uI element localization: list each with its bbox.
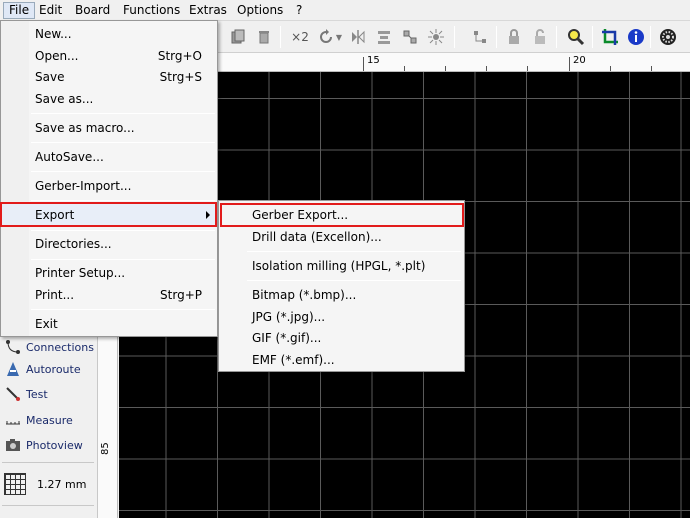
tool-photoview[interactable]: Photoview — [4, 435, 83, 455]
tool-label: Photoview — [26, 438, 83, 452]
menu-label: JPG (*.jpg)... — [252, 310, 326, 324]
info-icon[interactable] — [626, 27, 646, 47]
file-menu-dropdown: New... Open... Strg+O Save Strg+S Save as.… — [0, 20, 218, 337]
autoroute-icon — [4, 360, 22, 378]
tool-label: Test — [26, 387, 48, 401]
menu-gerber-import[interactable]: Gerber-Import... — [2, 175, 216, 197]
menu-label: Gerber-Import... — [35, 179, 132, 193]
shortcut-label: Strg+O — [157, 49, 202, 63]
menu-label: Directories... — [35, 237, 112, 251]
export-submenu: Gerber Export... Drill data (Excellon)..… — [218, 200, 465, 372]
menu-isolation-milling[interactable]: Isolation milling (HPGL, *.plt) — [220, 255, 463, 277]
ruler-label: 15 — [367, 55, 380, 66]
tool-test[interactable]: Test — [4, 384, 48, 404]
menu-label: Save as macro... — [35, 121, 135, 135]
menu-label: Drill data (Excellon)... — [252, 230, 382, 244]
tool-label: Connections — [26, 340, 94, 354]
menu-autosave[interactable]: AutoSave... — [2, 146, 216, 168]
tool-label: Autoroute — [26, 362, 81, 376]
align-icon[interactable] — [374, 27, 394, 47]
toolbar: ×2 ▼ — [218, 21, 690, 53]
probe-icon — [4, 385, 22, 403]
menu-label: New... — [35, 27, 72, 41]
tool-connections[interactable]: Connections — [4, 337, 94, 357]
highlight-box — [0, 202, 217, 227]
menu-functions[interactable]: Functions — [117, 2, 186, 19]
gear-icon[interactable] — [658, 27, 678, 47]
connect-icon[interactable] — [470, 27, 490, 47]
menu-emf[interactable]: EMF (*.emf)... — [220, 349, 463, 371]
ruler-vertical: 85 — [98, 337, 118, 518]
tool-autoroute[interactable]: Autoroute — [4, 359, 81, 379]
crop-icon[interactable] — [600, 27, 620, 47]
chevron-down-icon[interactable]: ▼ — [334, 27, 344, 47]
connections-icon — [4, 338, 22, 356]
tool-measure[interactable]: Measure — [4, 410, 73, 430]
menu-label: Save as... — [35, 92, 94, 106]
menu-printer-setup[interactable]: Printer Setup... — [2, 262, 216, 284]
menu-label: GIF (*.gif)... — [252, 331, 322, 345]
menu-bitmap[interactable]: Bitmap (*.bmp)... — [220, 284, 463, 306]
rotate-icon[interactable] — [316, 27, 336, 47]
menu-open[interactable]: Open... Strg+O — [2, 45, 216, 67]
menu-jpg[interactable]: JPG (*.jpg)... — [220, 306, 463, 328]
shortcut-label: Strg+P — [160, 288, 202, 302]
unlock-icon[interactable] — [530, 27, 550, 47]
ruler-horizontal: 15 20 — [218, 53, 690, 72]
menu-print[interactable]: Print... Strg+P — [2, 284, 216, 306]
menubar: File Edit Board Functions Extras Options… — [0, 0, 690, 21]
menu-drill-data[interactable]: Drill data (Excellon)... — [220, 226, 463, 248]
menu-label: Printer Setup... — [35, 266, 126, 280]
menu-save-as-macro[interactable]: Save as macro... — [2, 117, 216, 139]
copy-icon[interactable] — [228, 27, 248, 47]
menu-label: Open... — [35, 49, 79, 63]
menu-label: Save — [35, 70, 65, 84]
duplicate-x2-icon[interactable]: ×2 — [288, 27, 312, 47]
menu-new[interactable]: New... — [2, 23, 216, 45]
menu-label: Bitmap (*.bmp)... — [252, 288, 357, 302]
menu-label: Isolation milling (HPGL, *.plt) — [252, 259, 426, 273]
menu-help[interactable]: ? — [290, 2, 308, 19]
menu-save[interactable]: Save Strg+S — [2, 66, 216, 88]
menu-file[interactable]: File — [3, 2, 36, 19]
menu-label: Print... — [35, 288, 75, 302]
menu-save-as[interactable]: Save as... — [2, 88, 216, 110]
delete-icon[interactable] — [254, 27, 274, 47]
menu-options[interactable]: Options — [231, 2, 289, 19]
lock-icon[interactable] — [504, 27, 524, 47]
menu-label: EMF (*.emf)... — [252, 353, 335, 367]
ruler-label: 85 — [100, 442, 111, 455]
menu-gif[interactable]: GIF (*.gif)... — [220, 327, 463, 349]
menu-board[interactable]: Board — [69, 2, 116, 19]
menu-label: Exit — [35, 317, 58, 331]
menu-edit[interactable]: Edit — [33, 2, 68, 19]
tool-label: Measure — [26, 413, 73, 427]
camera-icon — [4, 436, 22, 454]
menu-exit[interactable]: Exit — [2, 313, 216, 335]
snap-icon[interactable] — [426, 27, 446, 47]
highlight-box — [220, 203, 464, 227]
group-icon[interactable] — [400, 27, 420, 47]
menu-extras[interactable]: Extras — [183, 2, 233, 19]
menu-label: AutoSave... — [35, 150, 104, 164]
zoom-icon[interactable] — [566, 27, 586, 47]
grid-icon[interactable] — [4, 473, 26, 495]
grid-size-value[interactable]: 1.27 mm — [37, 478, 86, 491]
ruler-label: 20 — [573, 55, 586, 66]
ruler-icon — [4, 411, 22, 429]
tool-panel: Connections Autoroute Test Measure Photo… — [0, 337, 98, 518]
menu-directories[interactable]: Directories... — [2, 233, 216, 255]
mirror-icon[interactable] — [348, 27, 368, 47]
shortcut-label: Strg+S — [159, 70, 202, 84]
